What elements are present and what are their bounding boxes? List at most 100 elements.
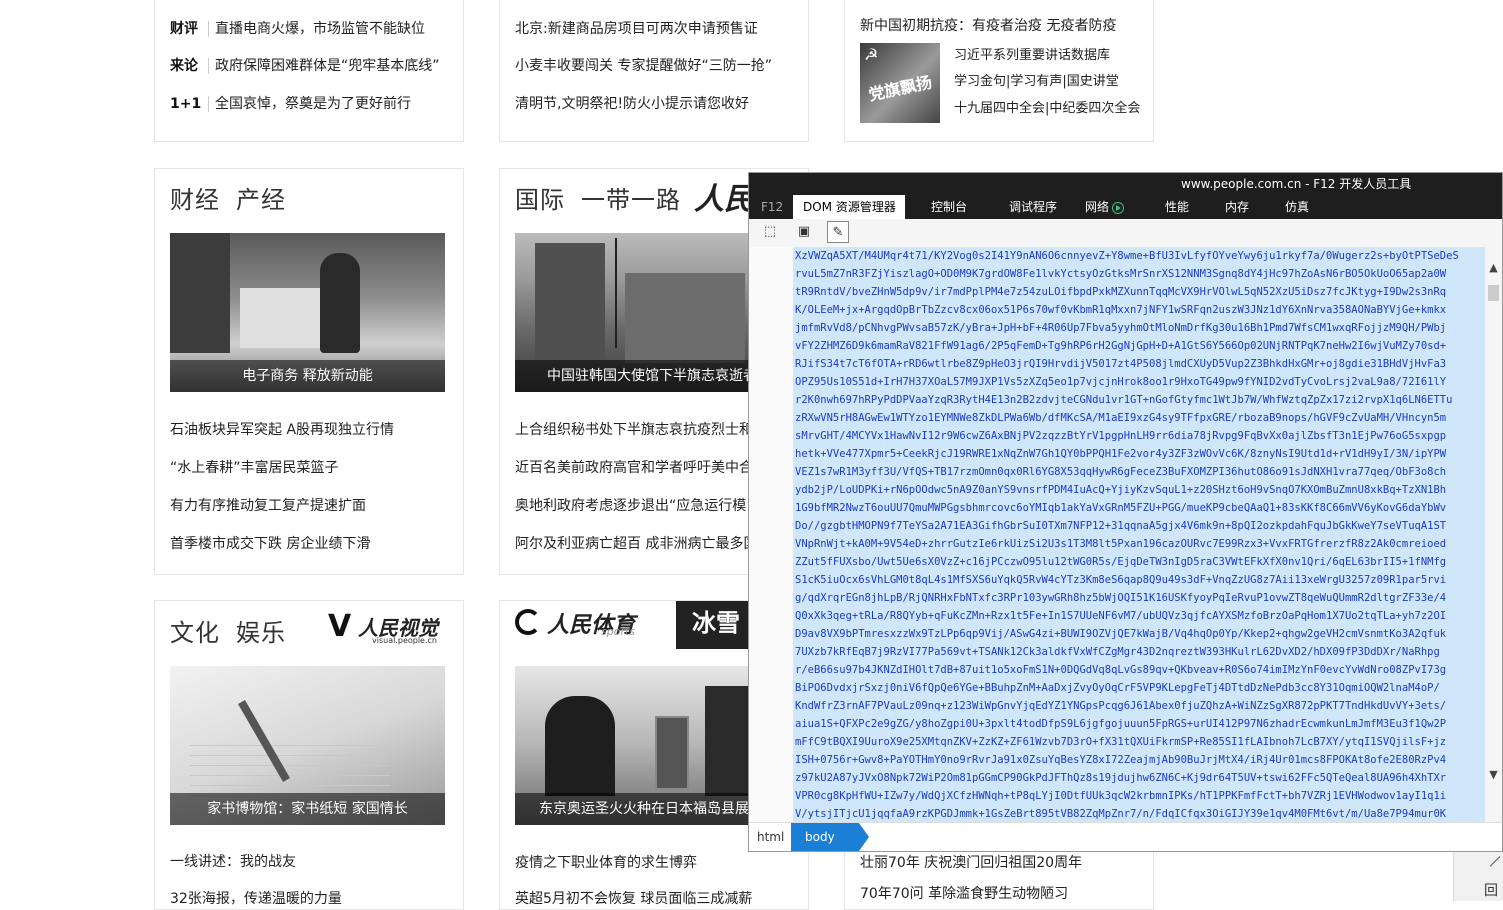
breadcrumb-html[interactable]: html [757,823,784,851]
source-line[interactable]: XzVWZqA5XT/M4UMqr4t71/KY2Vog0s2I41Y9nAN6… [793,247,1485,265]
row-link[interactable]: 直播电商火爆，市场监管不能缺位 [208,21,425,37]
source-line[interactable]: VEZ1s7wR1M3yff3U/VfQS+TB17rzmOmn0qx0Rl6Y… [793,463,1485,481]
source-line[interactable]: tR9RntdV/bveZHnW5dp9v/ir7mdPplPM4e7z54zu… [793,283,1485,301]
title-part[interactable]: 国际 [515,186,565,214]
scroll-up-icon[interactable]: ▲ [1485,259,1502,276]
tab-network[interactable]: 网络 [1075,195,1134,219]
tab-performance[interactable]: 性能 [1155,195,1199,219]
news-link[interactable]: 清明节,文明祭祀!防火小提示请您收好 [515,95,749,113]
source-line[interactable]: Do//gzgbtHMOPN9f7TeYSa2A71EA3GifhGbrSuI0… [793,517,1485,535]
scroll-down-icon[interactable]: ▼ [1485,766,1502,783]
source-line[interactable]: vFY2ZHMZ6D9k6mamRaV821FfW91ag6/2P5qFemD+… [793,337,1485,355]
source-line[interactable]: D9av8VX9bPTmresxzzWx9TzLPp6qp9Vij/ASwG4z… [793,625,1485,643]
section-title[interactable]: 文化 娱乐 [170,613,302,648]
highlight-box-icon[interactable]: ▣ [793,221,815,243]
news-link[interactable]: 有力有序推动复工复产提速扩面 [170,495,366,515]
source-line[interactable]: K/OLEeM+jx+ArgqdOpBrTbZzcv8cx06ox51P6s70… [793,301,1485,319]
source-line[interactable]: OPZ95Us10S51d+IrH7H37XOaL57M9JXP1Vs5zXZq… [793,373,1485,391]
devtools-window[interactable]: www.people.com.cn - F12 开发人员工具 F12 DOM 资… [748,172,1503,852]
news-link[interactable]: 一线讲述：我的战友 [170,851,296,871]
source-line[interactable]: r/eB66su97b4JKNZdIHOlt7dB+87uit1o5xoFmS1… [793,661,1485,679]
select-element-icon[interactable]: ⬚ [759,221,781,243]
title-part[interactable]: 产经 [236,186,286,214]
news-link[interactable]: 首季楼市成交下跌 房企业绩下滑 [170,533,370,553]
news-link[interactable]: 奥地利政府考虑逐步退出“应急运行模 [515,495,748,515]
party-flag-thumbnail[interactable]: ☭ 党旗飘扬 [860,43,940,123]
tab-debugger[interactable]: 调试程序 [999,195,1067,219]
news-link[interactable]: 北京:新建商品房项目可两次申请预售证 [515,20,758,38]
photo-caption[interactable]: 电子商务 释放新动能 [170,360,445,392]
tab-console[interactable]: 控制台 [921,195,977,219]
source-line[interactable]: RJifS34t7cT6fOTA+rRD6wtlrbe8Z9pHeO3jrQI9… [793,355,1485,373]
tab-memory[interactable]: 内存 [1215,195,1259,219]
tab-emulation[interactable]: 仿真 [1275,195,1319,219]
source-line[interactable]: mFfC9tBQXI9UuroX9e25XMtqnZKV+ZzKZ+ZF61Wz… [793,733,1485,751]
news-link[interactable]: 疫情之下职业体育的求生博弈 [515,852,697,872]
news-link[interactable]: “水上春耕”丰富居民菜篮子 [170,457,339,477]
scroll-thumb[interactable] [1488,285,1499,301]
news-link[interactable]: 小麦丰收要闯关 专家提醒做好“三防一抢” [515,57,772,75]
source-line[interactable]: VNpRnWjt+kA0M+9V54eD+zhrrGutzIe6rkUizSi2… [793,535,1485,553]
photo-caption[interactable]: 中国驻韩国大使馆下半旗志哀逝者 [515,360,749,392]
source-line[interactable]: VPR0cg8KpHfWU+IZw7y/WdQjXCfzHWNqh+tP8qLY… [793,787,1485,805]
source-line[interactable]: rvuL5mZ7nR3FZjYiszlagO+OD0M9K7grdOW8Fe1l… [793,265,1485,283]
title-part[interactable]: 文化 [170,619,220,647]
devtools-titlebar[interactable]: www.people.com.cn - F12 开发人员工具 [749,173,1502,195]
source-line[interactable]: ZZut5fFUXsbo/Uwt5Ue6sX0VzZ+c16jPCczwO95l… [793,553,1485,571]
quick-link[interactable]: 习近平系列重要讲话数据库 [954,47,1110,65]
source-line[interactable]: z97kU2A87yJVxO8Npk72WiP2Om81pGGmCP90GkPd… [793,769,1485,787]
source-line[interactable]: r2K0nwh697hRPyPdDPVaaYzqR3RytH4E13n2B2zd… [793,391,1485,409]
section-title[interactable]: 国际 一带一路 [515,180,697,215]
row-link[interactable]: 政府保障困难群体是“兜牢基本底线” [208,58,440,74]
title-part[interactable]: 娱乐 [236,619,286,647]
source-line[interactable]: KndWfrZ3rnAF7PVauLz09nq+z123WiWpGnvYjqEd… [793,697,1485,715]
top-left-row[interactable]: 财评 直播电商火爆，市场监管不能缺位 [170,20,425,38]
tab-f12[interactable]: F12 [751,195,793,219]
quick-link[interactable]: 十九届四中全会|中纪委四次全会 [954,100,1140,118]
culture-photo[interactable]: 家书博物馆：家书纸短 家国情长 [170,666,445,825]
quick-link[interactable]: 学习金句|学习有声|国史讲堂 [954,73,1119,91]
top-right-header[interactable]: 新中国初期抗疫：有疫者治疫 无疫者防疫 [860,17,1116,35]
top-left-row[interactable]: 来论 政府保障困难群体是“兜牢基本底线” [170,57,440,75]
source-line[interactable]: BiPO6DvdxjrSxzj0niV6fQpQe6YGe+BBuhpZnM+A… [793,679,1485,697]
source-line[interactable]: hetk+VVe477Xpmr5+CeekRjcJ19RWRE1xNqZnW7G… [793,445,1485,463]
source-line[interactable]: aiua1S+QFXPc2e9gZG/y8hoZgpi0U+3pxlt4todD… [793,715,1485,733]
source-line[interactable]: jmfmRvVd8/pCNhvgPWvsaB57zK/yBra+JpH+bF+4… [793,319,1485,337]
title-part[interactable]: 财经 [170,186,220,214]
breadcrumb-body[interactable]: body [791,823,869,851]
sports-photo[interactable]: 东京奥运圣火火种在日本福岛县展出 [515,666,749,825]
news-link[interactable]: 英超5月初不会恢复 球员面临三成减薪 [515,888,752,908]
dom-tree-source[interactable]: XzVWZqA5XT/M4UMqr4t71/KY2Vog0s2I41Y9nAN6… [793,247,1485,823]
people-logo[interactable]: 人民 [694,174,754,218]
row-link[interactable]: 全国哀悼，祭奠是为了更好前行 [208,96,411,112]
tab-dom-explorer[interactable]: DOM 资源管理器 [793,195,905,219]
people-sports-logo[interactable]: 人民体育 sports [515,607,665,647]
news-link[interactable]: 上合组织秘书处下半旗志哀抗疫烈士和 [515,419,748,439]
source-line[interactable]: ISH+0756r+Gwv8+PaYOTHmY0no9rRvrJa91x0Zsu… [793,751,1485,769]
finance-photo[interactable]: 电子商务 释放新动能 [170,233,445,392]
source-line[interactable]: zRXwVN5rH8AGwEw1WTYzo1EYMNWe8ZkDLPWa6Wb/… [793,409,1485,427]
news-link[interactable]: 阿尔及利亚病亡超百 成非洲病亡最多国 [515,533,748,553]
source-line[interactable]: S1cK5iuOcx6sVhLGM0t8qL4s1MfSXS6uYqkQ5RvW… [793,571,1485,589]
record-icon[interactable] [1112,201,1125,214]
photo-caption[interactable]: 东京奥运圣火火种在日本福岛县展出 [515,793,749,825]
winter-banner[interactable]: 冰雪 [676,601,749,649]
title-part[interactable]: 一带一路 [581,186,681,214]
source-line[interactable]: V/ytsjITjcU1jqqfaA9rzKPGDJmmk+1GsZeBrt89… [793,805,1485,823]
visual-logo[interactable]: V 人民视觉 visual.people.cn [328,612,450,648]
vertical-scrollbar[interactable]: ▲ ▼ [1485,247,1502,823]
section-title[interactable]: 财经 产经 [170,180,302,215]
news-link[interactable]: 32张海报，传递温暖的力量 [170,888,342,908]
source-line[interactable]: 7UXzb7kRfEqB7j9RzVI77Pa569vt+TSANk12Ck3a… [793,643,1485,661]
back-to-top-button[interactable]: 回 [1453,852,1503,901]
source-line[interactable]: sMrvGHT/4MCYVx1HawNvI12r9W6cwZ6AxBNjPV2z… [793,427,1485,445]
news-link[interactable]: 壮丽70年 庆祝澳门回归祖国20周年 [860,852,1082,872]
news-link[interactable]: 近百名美前政府高官和学者呼吁美中合作 [515,457,748,477]
top-left-row[interactable]: 1+1 全国哀悼，祭奠是为了更好前行 [170,95,411,113]
source-line[interactable]: Q0xXk3qeg+tRLa/R8QYyb+qFuKcZMn+Rzx1t5Fe+… [793,607,1485,625]
news-link[interactable]: 石油板块异军突起 A股再现独立行情 [170,419,394,439]
intl-photo[interactable]: 中国驻韩国大使馆下半旗志哀逝者 [515,233,749,392]
photo-caption[interactable]: 家书博物馆：家书纸短 家国情长 [170,793,445,825]
source-line[interactable]: ydb2jP/LoUDPKi+rN6pOOdwc5nA9Z0anYS9vnsrf… [793,481,1485,499]
news-link[interactable]: 70年70问 革除滥食野生动物陋习 [860,883,1068,903]
